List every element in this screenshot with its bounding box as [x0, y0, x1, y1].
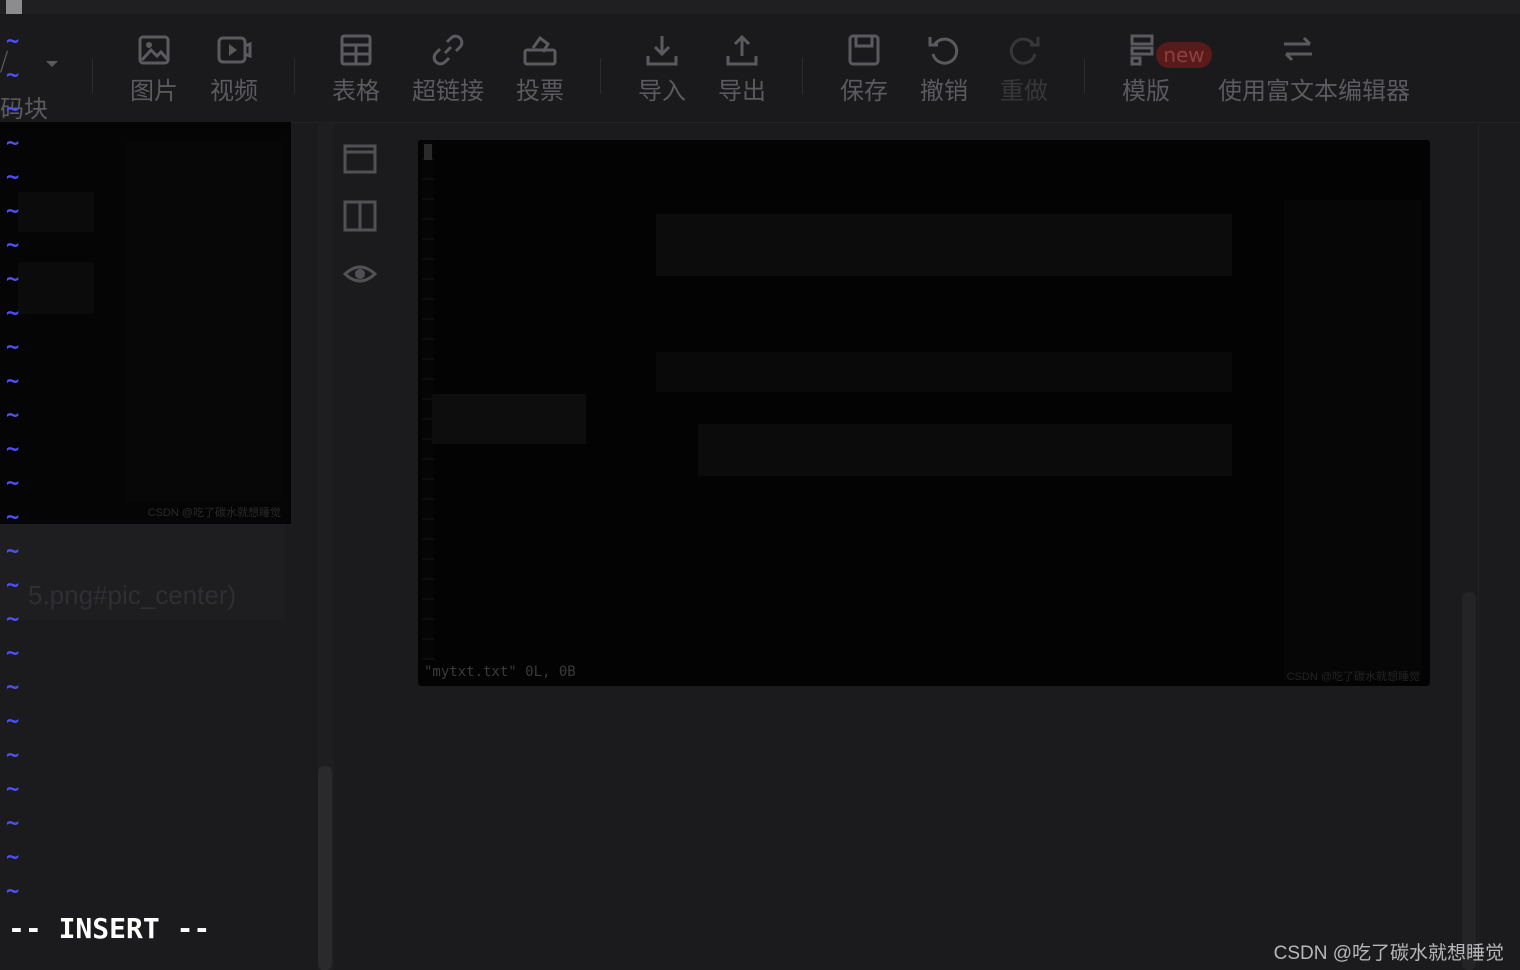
- toolbar-divider: [600, 58, 601, 94]
- new-badge: new: [1156, 42, 1212, 68]
- vote-icon: [523, 35, 557, 66]
- toolbar-divider: [802, 58, 803, 94]
- chevron-down-icon[interactable]: [44, 58, 60, 70]
- vim-tilde-line: ~: [6, 131, 20, 156]
- rich-text-editor-label: 使用富文本编辑器: [1218, 77, 1410, 105]
- video-label: 视频: [210, 77, 258, 105]
- undo-button[interactable]: 撤销: [904, 32, 984, 106]
- vim-tilde-line: ~: [6, 811, 20, 836]
- export-button[interactable]: 导出: [702, 32, 782, 106]
- screenshot-selection: [432, 394, 586, 444]
- screenshot-right-pane: [1284, 200, 1422, 680]
- vim-tilde-line: ~: [6, 267, 20, 292]
- vim-tilde-line: ~: [6, 63, 20, 88]
- table-icon: [340, 34, 372, 66]
- image-label: 图片: [130, 77, 178, 105]
- csdn-watermark: CSDN @吃了碳水就想睡觉: [1273, 943, 1504, 964]
- vim-tilde-line: ~: [6, 471, 20, 496]
- preview-eye-icon[interactable]: [342, 256, 378, 292]
- switch-editor-icon: [1284, 36, 1312, 62]
- link-icon: [432, 34, 464, 66]
- vim-tilde-line: ~: [6, 675, 20, 700]
- vim-tilde-line: ~: [6, 369, 20, 394]
- import-label: 导入: [638, 77, 686, 105]
- vim-tilde-line: ~: [6, 165, 20, 190]
- vim-tilde-line: ~: [6, 29, 20, 54]
- export-icon: [726, 34, 758, 66]
- import-button[interactable]: 导入: [622, 32, 702, 106]
- vim-tilde-line: ~: [6, 335, 20, 360]
- vim-tilde-line: ~: [6, 301, 20, 326]
- vim-tilde-line: ~: [6, 403, 20, 428]
- vim-tilde-line: ~: [6, 607, 20, 632]
- vim-tilde-line: ~: [6, 879, 20, 904]
- table-label: 表格: [332, 77, 380, 105]
- undo-label: 撤销: [920, 77, 968, 105]
- screenshot-code-block: [698, 424, 1232, 476]
- vote-label: 投票: [516, 77, 564, 105]
- screenshot-watermark: CSDN @吃了碳水就想睡觉: [1286, 671, 1420, 683]
- left-scrollbar[interactable]: [318, 766, 332, 970]
- redo-button[interactable]: 重做: [984, 32, 1064, 106]
- editor-toolbar: ⧸ 码块 图片 视频 表格 超链接 投票 导入 导出 保存 撤销 重做 模版 n…: [0, 14, 1520, 123]
- left-screenshot-watermark: CSDN @吃了碳水就想睡觉: [147, 507, 281, 519]
- image-url-fragment: 5.png#pic_center): [28, 580, 237, 610]
- single-column-icon[interactable]: [342, 140, 378, 176]
- right-divider: [1478, 122, 1479, 970]
- left-screenshot-text-area: [126, 142, 281, 502]
- screenshot-cursor: [424, 144, 432, 160]
- image-icon: [138, 35, 170, 65]
- vim-tilde-line: ~: [6, 573, 20, 598]
- undo-icon: [928, 37, 959, 65]
- vim-tilde-line: ~: [6, 743, 20, 768]
- vim-tilde-line: ~: [6, 199, 20, 224]
- screenshot-code-block: [656, 214, 1232, 276]
- toolbar-divider: [294, 58, 295, 94]
- export-label: 导出: [718, 77, 766, 105]
- vim-tilde-line: ~: [6, 641, 20, 666]
- video-button[interactable]: 视频: [194, 32, 274, 106]
- toolbar-divider: [1084, 58, 1085, 94]
- vim-mode-indicator: -- INSERT --: [8, 912, 211, 945]
- right-scrollbar[interactable]: [1462, 592, 1476, 970]
- screenshot-status-line: "mytxt.txt" 0L, 0B: [424, 664, 576, 680]
- import-icon: [646, 36, 678, 66]
- vim-tilde-line: ~: [6, 233, 20, 258]
- screenshot-code-block: [656, 352, 1232, 392]
- toolbar-divider: [92, 58, 93, 94]
- left-screenshot-block: [18, 262, 94, 314]
- split-view-icon[interactable]: [342, 198, 378, 234]
- video-icon: [217, 36, 252, 64]
- vote-button[interactable]: 投票: [500, 32, 580, 106]
- left-screenshot: CSDN @吃了碳水就想睡觉: [0, 122, 291, 524]
- table-button[interactable]: 表格: [316, 32, 396, 106]
- left-screenshot-block: [18, 192, 94, 232]
- vim-tilde-line: ~: [6, 845, 20, 870]
- vim-tilde-line: ~: [6, 437, 20, 462]
- redo-icon: [1009, 37, 1040, 65]
- vim-tilde-line: ~: [6, 539, 20, 564]
- save-button[interactable]: 保存: [824, 32, 904, 106]
- hyperlink-button[interactable]: 超链接: [408, 32, 488, 106]
- vim-tilde-line: ~: [6, 777, 20, 802]
- save-label: 保存: [840, 77, 888, 105]
- vim-tilde-line: ~: [6, 709, 20, 734]
- hyperlink-label: 超链接: [412, 77, 484, 105]
- rich-text-editor-button[interactable]: 使用富文本编辑器: [1218, 32, 1410, 106]
- vim-tilde-line: ~: [6, 505, 20, 530]
- image-button[interactable]: 图片: [114, 32, 194, 106]
- vim-tilde-line: ~: [6, 97, 20, 122]
- redo-label: 重做: [1000, 77, 1048, 105]
- window-top-strip: [0, 0, 1520, 14]
- template-label: 模版: [1122, 77, 1170, 105]
- save-icon: [848, 34, 880, 66]
- embedded-terminal-screenshot: "mytxt.txt" 0L, 0B CSDN @吃了碳水就想睡觉: [418, 140, 1430, 686]
